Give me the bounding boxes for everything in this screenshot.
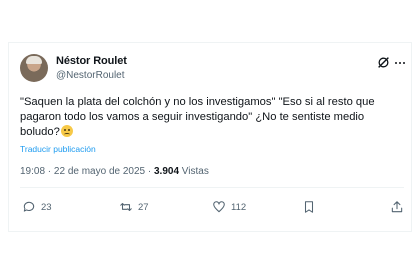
heart-icon: [213, 201, 225, 213]
bookmark-button[interactable]: [302, 200, 321, 214]
views-count: 3.904: [153, 166, 180, 177]
tweet-card[interactable]: Néstor Roulet @NestorRoulet "Saquen la p…: [8, 42, 412, 232]
share-button[interactable]: [390, 200, 409, 214]
divider: [20, 187, 404, 188]
grok-icon[interactable]: [377, 56, 390, 69]
repost-button[interactable]: 27: [119, 200, 149, 214]
views-label: Vistas: [179, 166, 209, 177]
share-icon: [391, 201, 403, 213]
author-handle[interactable]: @NestorRoulet: [56, 70, 125, 81]
reply-count: 23: [41, 201, 52, 213]
tweet-text: "Saquen la plata del colchón y no los in…: [20, 95, 404, 140]
like-count: 112: [231, 201, 247, 213]
bookmark-icon: [304, 201, 314, 213]
worried-face-emoji-icon: [60, 125, 73, 137]
translate-link[interactable]: Traducir publicación: [20, 144, 96, 154]
reply-icon: [23, 201, 35, 212]
more-icon[interactable]: [394, 57, 406, 69]
post-timestamp[interactable]: 19:08 · 22 de mayo de 2025 ·: [20, 166, 154, 177]
repost-icon: [120, 202, 132, 212]
tweet-text-content: "Saquen la plata del colchón y no los in…: [20, 96, 375, 138]
avatar[interactable]: [20, 54, 48, 82]
author-name[interactable]: Néstor Roulet: [56, 55, 127, 67]
reply-button[interactable]: 23: [22, 200, 52, 214]
post-meta: 19:08 · 22 de mayo de 2025 · 3.904 Vista…: [20, 166, 209, 177]
repost-count: 27: [138, 201, 149, 213]
like-button[interactable]: 112: [212, 200, 246, 214]
